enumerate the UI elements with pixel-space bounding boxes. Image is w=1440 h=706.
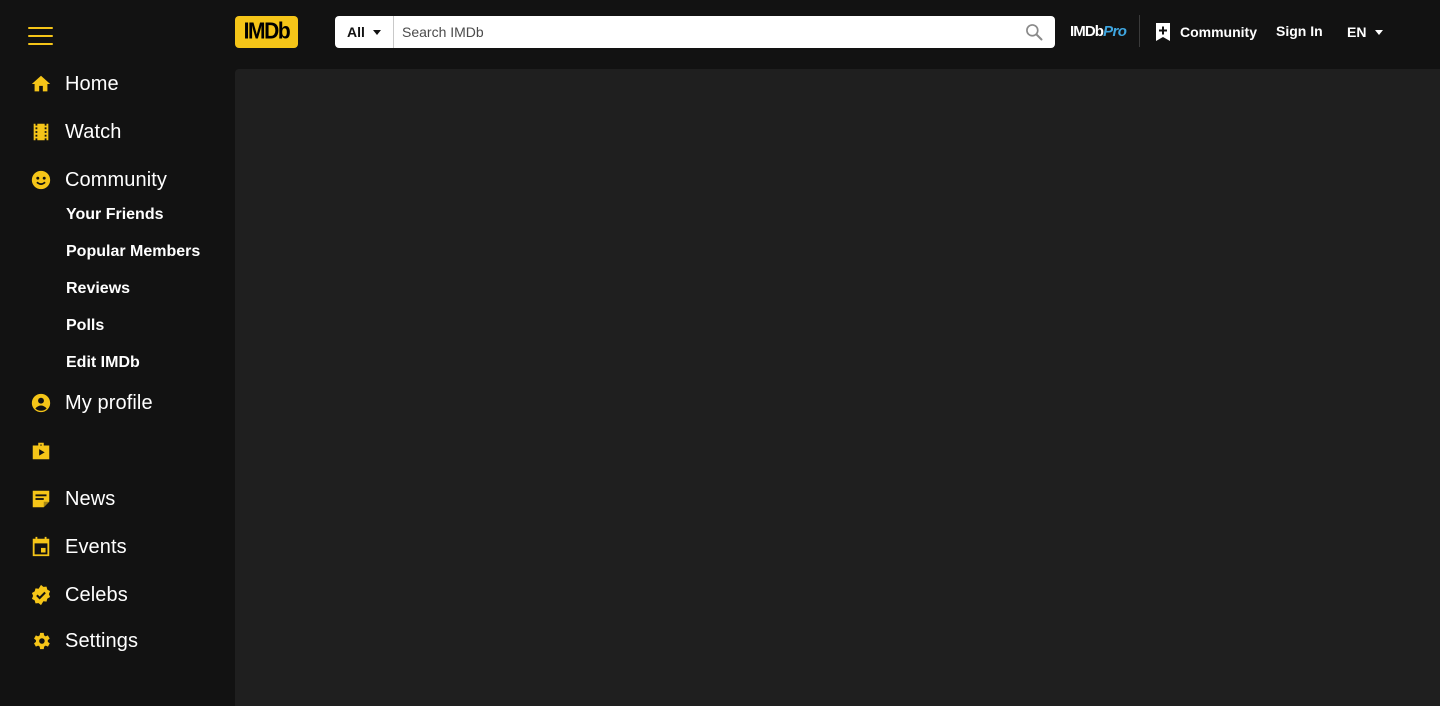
caret-down-icon [372, 29, 381, 35]
sidebar-subitem-reviews[interactable]: Reviews [66, 280, 130, 298]
sidebar-item-watch[interactable]: Watch [30, 119, 121, 145]
sidebar-item-celebs[interactable]: Celebs [30, 582, 128, 608]
caret-down-icon [1375, 29, 1384, 35]
sidebar-item-label: Watch [65, 120, 122, 143]
video-briefcase-icon [30, 440, 52, 462]
sidebar-item-label: Events [65, 535, 127, 558]
sidebar-subitem-edit-imdb[interactable]: Edit IMDb [66, 354, 140, 372]
sidebar-item-video[interactable] [30, 438, 65, 464]
bookmark-plus-icon [1156, 23, 1170, 41]
sidebar-item-events[interactable]: Events [30, 534, 127, 560]
sidebar-item-home[interactable]: Home [30, 71, 119, 97]
imdbpro-logo-part2: Pro [1103, 23, 1127, 40]
sidebar-subitem-popular-members[interactable]: Popular Members [66, 243, 200, 261]
imdbpro-logo[interactable]: IMDb Pro [1070, 23, 1127, 41]
imdb-logo[interactable]: IMDb [235, 16, 298, 48]
community-link-label: Community [1180, 24, 1257, 40]
news-icon [30, 488, 52, 510]
verified-badge-icon [30, 584, 52, 606]
community-icon [30, 169, 52, 191]
profile-icon [30, 392, 52, 414]
search-category-dropdown[interactable]: All [335, 16, 394, 48]
calendar-icon [30, 536, 52, 558]
search-input[interactable] [394, 16, 1013, 48]
main-content [235, 69, 1440, 706]
header-divider [1139, 15, 1140, 47]
sidebar-subitem-polls[interactable]: Polls [66, 317, 104, 335]
language-label: EN [1347, 24, 1367, 40]
top-bar: IMDb All IMDb Pro Community Sign In EN [0, 0, 1440, 69]
community-link[interactable]: Community [1155, 22, 1257, 42]
sidebar-item-label: Community [65, 168, 168, 191]
sidebar-item-label: My profile [65, 391, 153, 414]
sidebar-item-news[interactable]: News [30, 486, 115, 512]
home-icon [30, 73, 52, 95]
sidebar-item-label: News [65, 487, 116, 510]
sidebar-subitem-your-friends[interactable]: Your Friends [66, 206, 164, 224]
sidebar-item-my-profile[interactable]: My profile [30, 390, 153, 416]
menu-icon[interactable] [28, 27, 53, 45]
language-selector[interactable]: EN [1347, 24, 1384, 40]
sidebar-item-community[interactable]: Community [30, 167, 167, 193]
imdbpro-logo-part1: IMDb [1070, 23, 1104, 40]
sidebar-item-settings[interactable]: Settings [30, 628, 138, 654]
search-icon [1026, 24, 1043, 41]
film-icon [30, 121, 52, 143]
search-button[interactable] [1013, 16, 1055, 48]
gear-icon [30, 630, 52, 652]
logo-text: IMDb [243, 18, 291, 45]
sidebar-item-label: Home [65, 72, 119, 95]
sign-in-link[interactable]: Sign In [1276, 23, 1323, 39]
sidebar-item-label: Settings [65, 629, 139, 652]
search-bar: All [335, 16, 1055, 48]
search-category-label: All [347, 24, 365, 40]
sidebar: Home Watch Community Your Friends Popula… [0, 69, 235, 706]
sidebar-item-label: Celebs [65, 583, 128, 606]
